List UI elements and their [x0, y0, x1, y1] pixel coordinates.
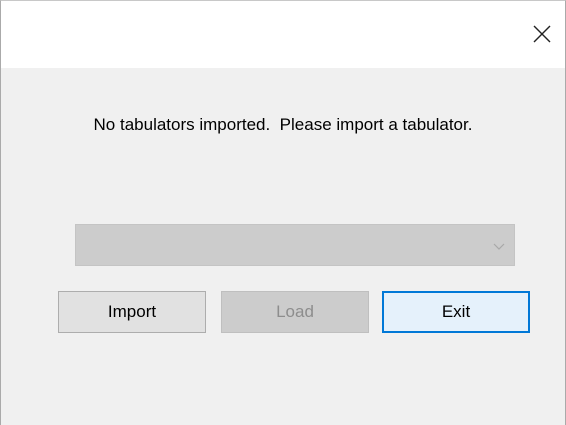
close-icon — [533, 25, 551, 43]
dialog-window: No tabulators imported. Please import a … — [0, 0, 566, 425]
exit-button[interactable]: Exit — [382, 291, 530, 333]
import-button[interactable]: Import — [58, 291, 206, 333]
chevron-down-icon — [492, 239, 506, 251]
title-bar — [1, 1, 565, 68]
load-button[interactable]: Load — [221, 291, 369, 333]
tabulator-select[interactable] — [75, 224, 515, 266]
status-message: No tabulators imported. Please import a … — [93, 115, 473, 134]
close-button[interactable] — [519, 13, 565, 55]
